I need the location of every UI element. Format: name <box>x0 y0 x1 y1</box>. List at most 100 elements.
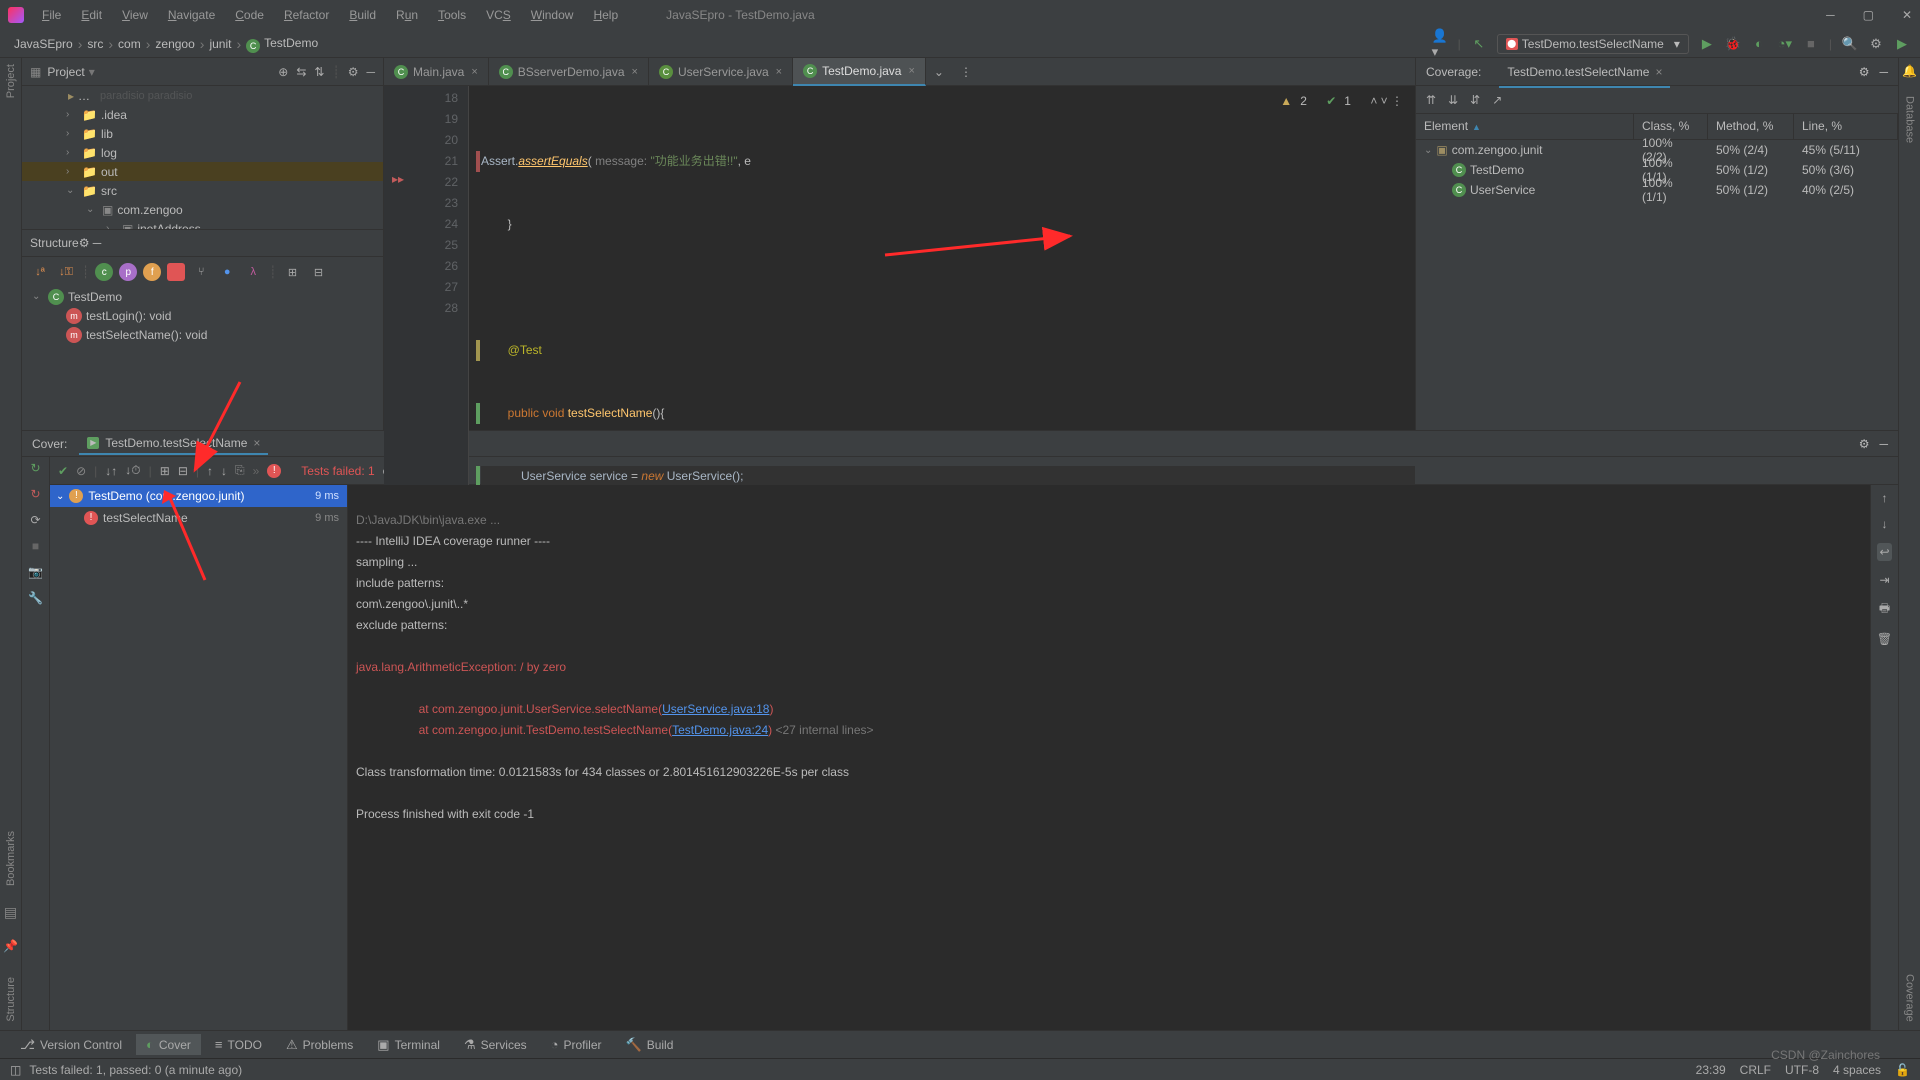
structure-stripe[interactable]: Structure <box>5 977 17 1022</box>
breadcrumb[interactable]: junit <box>205 35 235 53</box>
lambda-icon[interactable]: λ <box>243 262 263 282</box>
coverage-stripe[interactable]: Coverage <box>1904 974 1916 1022</box>
project-tree[interactable]: ▸…paradisio paradisio ›📁.idea ›📁lib ›📁lo… <box>22 86 383 229</box>
show-passed-icon[interactable]: ✔ <box>58 464 68 478</box>
user-icon[interactable]: 👤▾ <box>1432 36 1448 52</box>
sort-visibility-icon[interactable]: ↓⚿ <box>56 262 76 282</box>
status-build[interactable]: 🔨Build <box>616 1034 684 1056</box>
show-class-icon[interactable]: c <box>95 263 113 281</box>
menu-tools[interactable]: Tools <box>430 4 474 26</box>
sort-duration-icon[interactable]: ↓⏱ <box>125 463 140 478</box>
show-properties-icon[interactable]: p <box>119 263 137 281</box>
stacktrace-link[interactable]: UserService.java:18 <box>662 702 769 716</box>
menu-edit[interactable]: Edit <box>73 4 110 26</box>
breadcrumb[interactable]: zengoo <box>151 35 198 53</box>
export-icon[interactable]: ↗ <box>1492 93 1502 107</box>
tabs-dropdown-icon[interactable]: ⌄ <box>926 65 952 79</box>
breadcrumb[interactable]: CTestDemo <box>242 34 322 53</box>
coverage-tab[interactable]: TestDemo.testSelectName× <box>1499 61 1670 83</box>
run-icon[interactable]: ▶ <box>1699 36 1715 52</box>
footer-indent[interactable]: 4 spaces <box>1833 1063 1881 1077</box>
show-inherited-icon[interactable]: ⑂ <box>191 262 211 282</box>
breadcrumb[interactable]: JavaSEpro <box>10 35 77 53</box>
show-ignored-icon[interactable]: ⊘ <box>76 464 86 478</box>
settings-icon[interactable]: ⚙ <box>1868 36 1884 52</box>
hide-icon[interactable]: ─ <box>93 236 102 250</box>
expand-icon[interactable]: ⊞ <box>160 464 170 478</box>
stop-icon[interactable]: ■ <box>1803 36 1819 52</box>
project-stripe[interactable]: Project <box>5 64 17 98</box>
hide-icon[interactable]: ─ <box>1879 65 1888 79</box>
prev-icon[interactable]: ↑ <box>207 464 213 478</box>
lock-icon[interactable]: 🔓 <box>1895 1063 1910 1077</box>
search-icon[interactable]: 🔍 <box>1842 36 1858 52</box>
menu-view[interactable]: View <box>114 4 156 26</box>
status-problems[interactable]: ⚠Problems <box>276 1034 363 1056</box>
notifications-icon[interactable]: 🔔 <box>1902 64 1917 78</box>
print-icon[interactable]: 🖶 <box>1879 599 1890 620</box>
gear-icon[interactable]: ⚙ <box>79 236 90 250</box>
main-menu[interactable]: File Edit View Navigate Code Refactor Bu… <box>34 4 626 26</box>
stacktrace-link[interactable]: TestDemo.java:24 <box>672 723 768 737</box>
collapse-all-icon[interactable]: ⊟ <box>308 262 328 282</box>
scroll-to-end-icon[interactable]: ⇥ <box>1879 573 1889 587</box>
window-maximize-icon[interactable]: ▢ <box>1863 8 1874 22</box>
toggle-toolwindows-icon[interactable]: ◫ <box>10 1063 21 1077</box>
status-todo[interactable]: ≡TODO <box>205 1034 272 1055</box>
build-icon[interactable]: ↖ <box>1471 36 1487 52</box>
profile-icon[interactable]: ◔▾ <box>1777 36 1793 52</box>
breadcrumb[interactable]: src <box>83 35 107 53</box>
footer-encoding[interactable]: UTF-8 <box>1785 1063 1819 1077</box>
gear-icon[interactable]: ⚙ <box>1859 65 1870 79</box>
status-version-control[interactable]: ⎇Version Control <box>10 1034 132 1056</box>
tab-bsserverdemo[interactable]: CBSserverDemo.java× <box>489 58 649 86</box>
dump-icon[interactable]: 📷 <box>28 565 43 579</box>
coverage-icon[interactable]: ◐ <box>1751 36 1767 52</box>
expand-all-icon[interactable]: ⊞ <box>282 262 302 282</box>
hide-icon[interactable]: ─ <box>366 65 375 79</box>
menu-code[interactable]: Code <box>227 4 272 26</box>
sort-icon[interactable]: ↓↑ <box>105 464 117 478</box>
tab-userservice[interactable]: CUserService.java× <box>649 58 793 86</box>
debug-icon[interactable]: 🐞 <box>1725 36 1741 52</box>
test-tree[interactable]: ⌄!TestDemo (com.zengoo.junit)9 ms !testS… <box>50 485 348 1030</box>
menu-refactor[interactable]: Refactor <box>276 4 337 26</box>
up-icon[interactable]: ⇈ <box>1426 93 1436 107</box>
cover-run-tab[interactable]: ▶TestDemo.testSelectName× <box>79 433 268 455</box>
editor-tabs[interactable]: CMain.java× CBSserverDemo.java× CUserSer… <box>384 58 1415 86</box>
tab-main[interactable]: CMain.java× <box>384 58 489 86</box>
gear-icon[interactable]: ⚙ <box>348 65 359 79</box>
filter-icon[interactable]: ⇵ <box>1470 93 1480 107</box>
run-config-combo[interactable]: ⬤TestDemo.testSelectName▾ <box>1497 34 1689 54</box>
tab-testdemo[interactable]: CTestDemo.java× <box>793 58 926 86</box>
footer-eol[interactable]: CRLF <box>1740 1063 1771 1077</box>
toggle-autotest-icon[interactable]: ⟳ <box>30 513 40 527</box>
settings-icon[interactable]: 🔧 <box>28 591 43 605</box>
anon-icon[interactable]: ● <box>217 262 237 282</box>
status-terminal[interactable]: ▣Terminal <box>367 1034 450 1056</box>
console-output[interactable]: D:\JavaJDK\bin\java.exe ... ---- Intelli… <box>348 485 1870 1030</box>
locate-icon[interactable]: ⊕ <box>278 65 288 79</box>
gear-icon[interactable]: ⚙ <box>1859 437 1870 451</box>
menu-window[interactable]: Window <box>523 4 582 26</box>
next-icon[interactable]: ↓ <box>221 464 227 478</box>
breadcrumb[interactable]: com <box>114 35 145 53</box>
rerun-failed-icon[interactable]: ↻ <box>30 487 40 501</box>
collapse-icon[interactable]: ⊟ <box>178 464 188 478</box>
soft-wrap-icon[interactable]: ↩ <box>1877 543 1891 561</box>
test-node-testselectname[interactable]: !testSelectName9 ms <box>50 507 347 529</box>
window-minimize-icon[interactable]: ─ <box>1826 8 1835 22</box>
sort-icon[interactable]: ↓ª <box>30 262 50 282</box>
hide-icon[interactable]: ─ <box>1879 437 1888 451</box>
menu-help[interactable]: Help <box>585 4 626 26</box>
collapse-icon[interactable]: ⇅ <box>314 65 324 79</box>
menu-navigate[interactable]: Navigate <box>160 4 223 26</box>
menu-file[interactable]: File <box>34 4 69 26</box>
status-cover[interactable]: ◐Cover <box>136 1034 201 1055</box>
status-profiler[interactable]: ◔Profiler <box>541 1034 612 1055</box>
export-icon[interactable]: ⎘ <box>235 463 245 478</box>
structure-tree[interactable]: ⌄CTestDemo mtestLogin(): void mtestSelec… <box>22 287 383 430</box>
show-nonpublic-icon[interactable] <box>167 263 185 281</box>
learn-icon[interactable]: ▶ <box>1894 36 1910 52</box>
status-services[interactable]: ⚗Services <box>454 1034 537 1056</box>
